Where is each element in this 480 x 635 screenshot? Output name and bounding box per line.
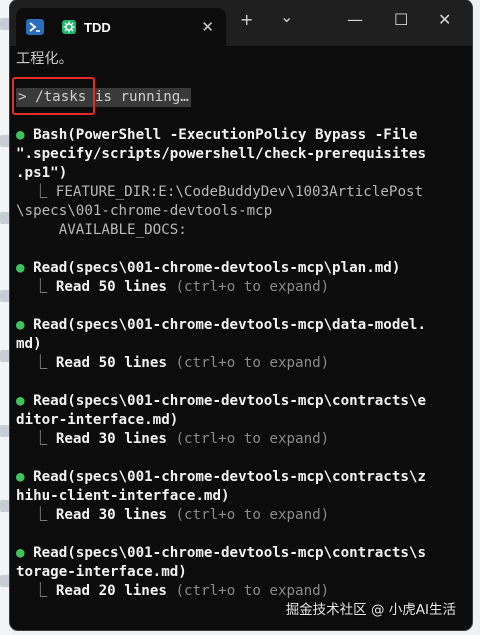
expand-hint[interactable]: (ctrl+o to expand)	[175, 507, 329, 523]
lines-word: lines	[124, 583, 167, 599]
line-count: 50	[98, 355, 116, 371]
read-tool-call-cont: ditor-interface.md)	[16, 412, 179, 428]
maximize-button[interactable]: ☐	[394, 12, 408, 28]
status-bullet-icon: ●	[16, 127, 25, 143]
read-tool-call-cont: torage-interface.md)	[16, 564, 187, 580]
read-tool-call: Read(specs\001-chrome-devtools-mcp\contr…	[33, 393, 427, 409]
bash-output-line: ⎿ FEATURE_DIR:E:\CodeBuddyDev\1003Articl…	[16, 184, 424, 200]
expand-hint[interactable]: (ctrl+o to expand)	[175, 279, 329, 295]
lines-word: lines	[124, 431, 167, 447]
tdd-gear-icon	[62, 20, 76, 34]
status-bullet-icon: ●	[16, 469, 25, 485]
status-bullet-icon: ●	[16, 545, 25, 561]
bash-tool-call-cont: .ps1")	[16, 165, 68, 181]
read-tool-call: Read(specs\001-chrome-devtools-mcp\contr…	[33, 545, 427, 561]
bash-tool-call-cont: ".specify/scripts/powershell/check-prere…	[16, 146, 426, 162]
read-word: Read	[55, 507, 91, 523]
expand-hint[interactable]: (ctrl+o to expand)	[175, 431, 329, 447]
bash-output-line: \specs\001-chrome-devtools-mcp	[16, 203, 273, 219]
branch-icon: ⎿	[33, 583, 48, 599]
expand-hint[interactable]: (ctrl+o to expand)	[175, 355, 329, 371]
powershell-icon	[26, 19, 44, 35]
line-count: 50	[98, 279, 116, 295]
new-tab-button[interactable]: +	[240, 12, 253, 28]
output-line: 工程化。	[16, 51, 73, 67]
minimize-button[interactable]: —	[347, 12, 363, 28]
expand-hint[interactable]: (ctrl+o to expand)	[175, 583, 329, 599]
read-word: Read	[55, 355, 91, 371]
dropdown-icon[interactable]: ⌄	[280, 9, 293, 25]
terminal-output[interactable]: 工程化。 > /tasks is running… ● Bash(PowerSh…	[10, 46, 472, 601]
watermark: 掘金技术社区 @ 小虎AI生活	[285, 602, 456, 618]
branch-icon: ⎿	[33, 431, 48, 447]
read-tool-call-cont: md)	[16, 336, 42, 352]
title-bar: TDD ✕ + ⌄ — ☐ ✕	[10, 0, 472, 46]
lines-word: lines	[124, 507, 167, 523]
read-tool-call-cont: hihu-client-interface.md)	[16, 488, 230, 504]
read-word: Read	[55, 431, 91, 447]
line-count: 30	[98, 507, 116, 523]
status-bullet-icon: ●	[16, 260, 25, 276]
read-word: Read	[55, 583, 91, 599]
line-count: 30	[98, 431, 116, 447]
bash-tool-call: Bash(PowerShell -ExecutionPolicy Bypass …	[33, 127, 418, 143]
lines-word: lines	[124, 279, 167, 295]
read-tool-call: Read(specs\001-chrome-devtools-mcp\plan.…	[33, 260, 401, 276]
status-bullet-icon: ●	[16, 317, 25, 333]
line-count: 20	[98, 583, 116, 599]
read-tool-call: Read(specs\001-chrome-devtools-mcp\contr…	[33, 469, 427, 485]
status-bullet-icon: ●	[16, 393, 25, 409]
read-word: Read	[55, 279, 91, 295]
terminal-tab[interactable]: TDD ✕	[16, 8, 226, 46]
highlight-annotation	[12, 77, 95, 115]
branch-icon: ⎿	[33, 507, 48, 523]
branch-icon: ⎿	[33, 355, 48, 371]
tab-close-icon[interactable]: ✕	[201, 20, 214, 35]
close-window-button[interactable]: ✕	[438, 12, 451, 28]
read-tool-call: Read(specs\001-chrome-devtools-mcp\data-…	[33, 317, 427, 333]
branch-icon: ⎿	[33, 279, 48, 295]
read-calls: ● Read(specs\001-chrome-devtools-mcp\pla…	[16, 240, 472, 601]
bash-output-line: AVAILABLE_DOCS:	[16, 222, 187, 238]
tab-title: TDD	[84, 19, 111, 35]
lines-word: lines	[124, 355, 167, 371]
